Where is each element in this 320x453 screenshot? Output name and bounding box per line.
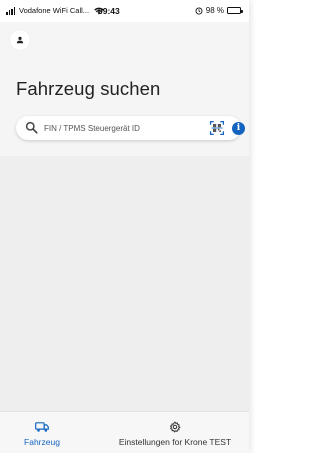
- status-bar: Vodafone WiFi Call... 09:43 98 %: [0, 0, 249, 22]
- status-right: 98 %: [195, 6, 243, 15]
- profile-button[interactable]: [10, 30, 30, 50]
- person-icon: [16, 36, 24, 44]
- truck-icon: [35, 422, 49, 432]
- search-icon: [25, 121, 38, 134]
- gear-icon: [169, 421, 181, 433]
- tab-settings[interactable]: Einstellungen for Krone TEST: [105, 412, 245, 453]
- alarm-icon: [195, 7, 203, 14]
- bottom-tab-bar: Fahrzeug Einstellungen for Krone TEST: [0, 411, 249, 453]
- tab-vehicle-label: Fahrzeug: [24, 437, 60, 447]
- tab-settings-label: Einstellungen for Krone TEST: [118, 437, 232, 447]
- tab-vehicle[interactable]: Fahrzeug: [22, 412, 62, 453]
- status-left: Vodafone WiFi Call...: [6, 6, 104, 15]
- info-icon[interactable]: i: [232, 122, 245, 135]
- search-bar[interactable]: i: [16, 116, 245, 140]
- search-input[interactable]: [44, 120, 184, 136]
- qr-scan-icon[interactable]: [209, 120, 225, 136]
- clock-label: 09:43: [98, 6, 120, 16]
- carrier-label: Vodafone WiFi Call...: [19, 6, 90, 15]
- results-area: [0, 156, 249, 411]
- signal-icon: [6, 7, 15, 15]
- battery-percent: 98 %: [205, 6, 224, 15]
- page-title: Fahrzeug suchen: [16, 78, 161, 99]
- battery-icon: [227, 7, 243, 14]
- app-screen: Vodafone WiFi Call... 09:43 98 % Fahrzeu…: [0, 0, 249, 453]
